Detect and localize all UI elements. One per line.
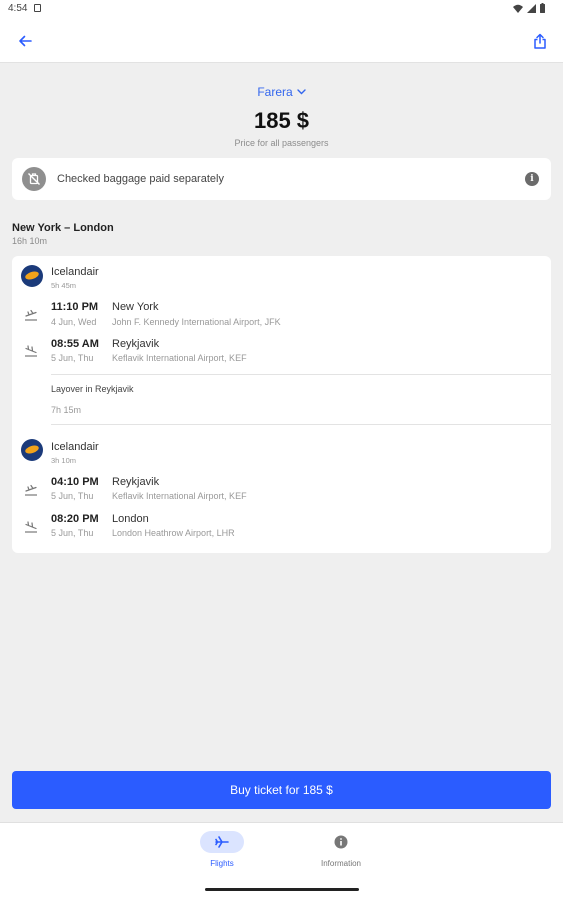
fare-name: Farera — [257, 85, 293, 99]
info-icon — [334, 835, 348, 849]
share-icon — [534, 33, 546, 49]
buy-ticket-button[interactable]: Buy ticket for 185 $ — [12, 771, 551, 809]
status-bar: 4:54 — [0, 0, 563, 18]
departure-city: Reykjavik — [112, 476, 160, 488]
leg-duration: 3h 10m — [51, 456, 77, 465]
nav-pill — [200, 831, 244, 853]
share-button[interactable] — [529, 30, 551, 52]
divider — [51, 374, 551, 375]
itinerary-card: Icelandair 5h 45m 11:10 PM New York 4 Ju… — [12, 256, 551, 553]
baggage-notice-card: Checked baggage paid separately i — [12, 158, 551, 200]
app-bar — [0, 18, 563, 63]
departure-date: 5 Jun, Thu — [51, 491, 94, 501]
total-price: 185 $ — [253, 108, 310, 133]
arrival-time: 08:55 AM — [51, 338, 99, 350]
arrival-airport: Keflavik International Airport, KEF — [112, 353, 247, 363]
arrival-airport: London Heathrow Airport, LHR — [112, 528, 235, 538]
arrival-time: 08:20 PM — [51, 513, 99, 525]
arrival-city: Reykjavik — [112, 338, 160, 350]
home-indicator[interactable] — [205, 888, 359, 891]
baggage-notice-text: Checked baggage paid separately — [57, 173, 224, 185]
departure-city: New York — [112, 301, 159, 313]
departure-airport: John F. Kennedy International Airport, J… — [112, 317, 281, 327]
back-button[interactable] — [14, 30, 36, 52]
airline-name: Icelandair — [51, 441, 99, 453]
status-time: 4:54 — [8, 3, 28, 14]
departure-time: 04:10 PM — [51, 476, 99, 488]
airline-logo-icon — [21, 439, 43, 461]
airline-logo-icon — [21, 265, 43, 287]
fare-selector[interactable]: Farera — [0, 85, 563, 99]
nav-label-flights: Flights — [210, 859, 234, 868]
leg-duration: 5h 45m — [51, 281, 77, 290]
nav-item-information[interactable]: Information — [301, 831, 381, 868]
nav-label-information: Information — [320, 859, 362, 868]
bottom-nav: Flights Information — [0, 822, 563, 900]
baggage-info-icon[interactable]: i — [525, 172, 539, 186]
landing-icon — [25, 521, 37, 533]
arrow-left-icon — [19, 35, 32, 47]
arrival-date: 5 Jun, Thu — [51, 353, 94, 363]
arrival-city: London — [112, 513, 149, 525]
departure-date: 4 Jun, Wed — [51, 317, 97, 327]
landing-icon — [25, 345, 37, 357]
signal-icon — [527, 3, 536, 13]
chevron-down-icon — [296, 89, 306, 95]
divider — [51, 424, 551, 425]
nav-item-flights[interactable]: Flights — [182, 831, 262, 868]
status-icons — [513, 3, 545, 13]
takeoff-icon — [25, 484, 37, 496]
takeoff-icon — [25, 309, 37, 321]
layover-duration: 7h 15m — [51, 405, 82, 415]
departure-time: 11:10 PM — [51, 301, 99, 313]
no-baggage-icon — [22, 167, 46, 191]
layover-label: Layover in Reykjavik — [51, 384, 134, 394]
price-caption: Price for all passengers — [234, 138, 329, 148]
battery-icon — [540, 3, 545, 13]
sim-card-icon — [34, 4, 41, 12]
wifi-icon — [513, 4, 523, 13]
arrival-date: 5 Jun, Thu — [51, 528, 94, 538]
nav-pill — [319, 831, 363, 853]
route-title: New York – London — [12, 222, 114, 234]
airplane-icon — [215, 836, 229, 848]
departure-airport: Keflavik International Airport, KEF — [112, 491, 247, 501]
airline-name: Icelandair — [51, 266, 99, 278]
route-duration: 16h 10m — [12, 236, 48, 246]
